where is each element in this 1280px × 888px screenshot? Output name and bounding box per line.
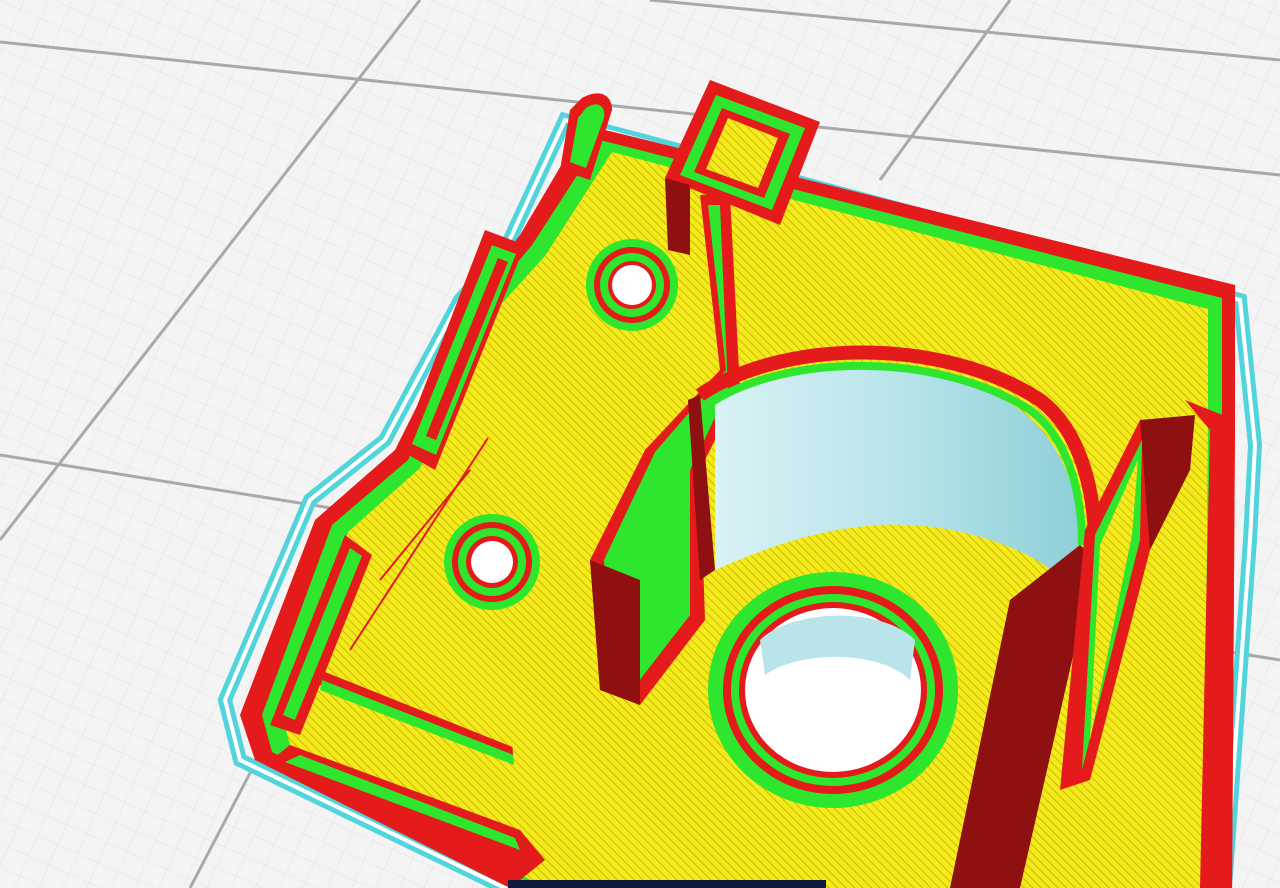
bottom-toolbar[interactable] (508, 880, 826, 888)
small-hole-bottom (444, 514, 540, 610)
slicer-3d-viewport[interactable] (0, 0, 1280, 888)
large-hole (708, 572, 958, 808)
small-hole-top (586, 239, 678, 331)
viewport-canvas[interactable] (0, 0, 1280, 888)
